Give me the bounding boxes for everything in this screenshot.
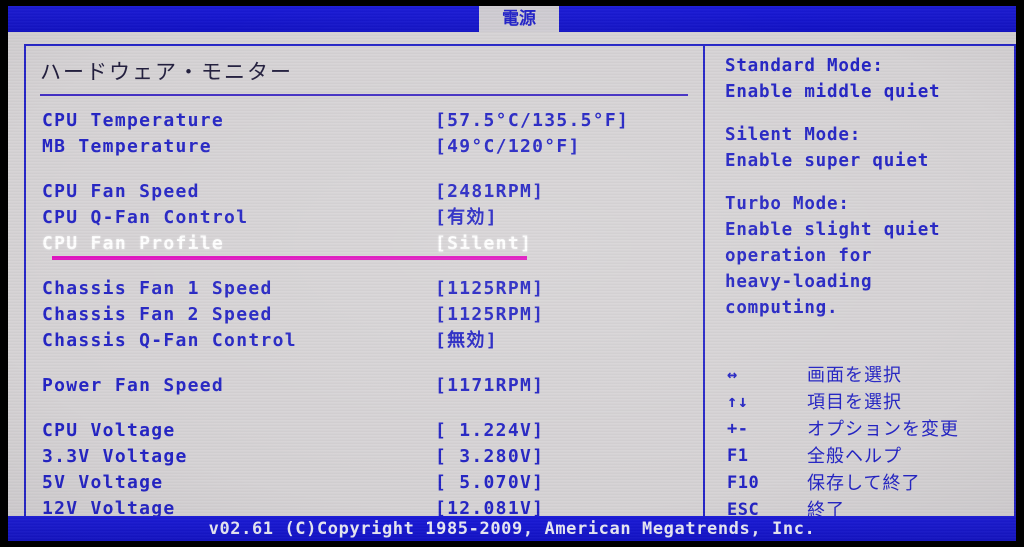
hardware-monitor-panel: ハードウェア・モニター CPU Temperature [57.5°C/135.5… bbox=[26, 46, 703, 519]
bios-screen: ハードウェア・モニター CPU Temperature [57.5°C/135.5… bbox=[0, 0, 1024, 547]
bezel-top bbox=[0, 0, 1024, 6]
monitor-row-label: Chassis Fan 2 Speed bbox=[42, 304, 273, 325]
help-line: operation for bbox=[725, 246, 873, 266]
help-line: heavy-loading bbox=[725, 272, 873, 292]
monitor-row[interactable]: Chassis Fan 2 Speed [1125RPM] bbox=[26, 302, 703, 328]
monitor-row-label: Chassis Fan 1 Speed bbox=[42, 278, 273, 299]
monitor-row-value[interactable]: [49°C/120°F] bbox=[435, 134, 581, 160]
title-tab-power[interactable]: 電源 bbox=[479, 6, 559, 32]
monitor-row-label: CPU Temperature bbox=[42, 110, 225, 131]
monitor-row-value[interactable]: [2481RPM] bbox=[435, 179, 544, 205]
help-line: Enable middle quiet bbox=[725, 82, 941, 102]
title-divider-rule bbox=[40, 94, 688, 96]
key-legend-row: F10 保存して終了 bbox=[707, 470, 1016, 497]
monitor-row[interactable]: 5V Voltage [ 5.070V] bbox=[26, 470, 703, 496]
monitor-row[interactable]: CPU Temperature [57.5°C/135.5°F] bbox=[26, 108, 703, 134]
key-legend-row: ↑↓ 項目を選択 bbox=[707, 389, 1016, 416]
monitor-row[interactable]: CPU Fan Speed [2481RPM] bbox=[26, 179, 703, 205]
monitor-row-value[interactable]: [1125RPM] bbox=[435, 276, 544, 302]
monitor-row-label: Chassis Q-Fan Control bbox=[42, 330, 297, 351]
key-legend-list: ↔ 画面を選択 ↑↓ 項目を選択 +- オプションを変更 F1 全般ヘルプ F10 保存して終了 E… bbox=[707, 362, 1016, 524]
monitor-row[interactable]: CPU Voltage [ 1.224V] bbox=[26, 418, 703, 444]
monitor-row-selected[interactable]: CPU Fan Profile [Silent] bbox=[26, 231, 703, 260]
key-description: 画面を選択 bbox=[807, 365, 902, 386]
help-line: Standard Mode: bbox=[725, 56, 884, 76]
key-legend-row: F1 全般ヘルプ bbox=[707, 443, 1016, 470]
key-description: 保存して終了 bbox=[807, 473, 921, 494]
key-glyph: F10 bbox=[727, 473, 760, 493]
key-description: 全般ヘルプ bbox=[807, 446, 902, 467]
monitor-row[interactable]: Chassis Fan 1 Speed [1125RPM] bbox=[26, 276, 703, 302]
monitor-row-value[interactable]: [1171RPM] bbox=[435, 373, 544, 399]
key-description: オプションを変更 bbox=[807, 419, 959, 440]
monitor-row-label: CPU Fan Profile bbox=[42, 233, 225, 254]
monitor-row-value[interactable]: [ 1.224V] bbox=[435, 418, 544, 444]
key-glyph: +- bbox=[727, 419, 749, 439]
monitor-row-value[interactable]: [ 5.070V] bbox=[435, 470, 544, 496]
key-glyph: ↑↓ bbox=[727, 392, 749, 412]
row-spacer bbox=[26, 354, 703, 373]
help-panel: Standard Mode: Enable middle quiet Silent … bbox=[707, 46, 1016, 521]
monitor-row[interactable]: CPU Q-Fan Control [有効] bbox=[26, 205, 703, 231]
footer-bar: v02.61 (C)Copyright 1985-2009, American … bbox=[8, 516, 1016, 541]
monitor-row-label: MB Temperature bbox=[42, 136, 212, 157]
monitor-row[interactable]: 3.3V Voltage [ 3.280V] bbox=[26, 444, 703, 470]
bezel-left bbox=[0, 0, 8, 547]
help-line: Turbo Mode: bbox=[725, 194, 850, 214]
monitor-row-label: 5V Voltage bbox=[42, 472, 164, 493]
crt-display-area: ハードウェア・モニター CPU Temperature [57.5°C/135.5… bbox=[8, 6, 1016, 541]
row-spacer bbox=[26, 160, 703, 179]
monitor-row-value[interactable]: [1125RPM] bbox=[435, 302, 544, 328]
title-label: 電源 bbox=[502, 8, 536, 29]
help-line: computing. bbox=[725, 298, 839, 318]
monitor-row-label: 3.3V Voltage bbox=[42, 446, 188, 467]
main-body-area: ハードウェア・モニター CPU Temperature [57.5°C/135.5… bbox=[16, 38, 1016, 528]
bezel-right bbox=[1016, 0, 1024, 547]
help-line: Silent Mode: bbox=[725, 125, 862, 145]
bezel-bottom bbox=[0, 541, 1024, 547]
monitor-row-value[interactable]: [ 3.280V] bbox=[435, 444, 544, 470]
monitor-row-label: CPU Voltage bbox=[42, 420, 176, 441]
key-description: 項目を選択 bbox=[807, 392, 902, 413]
help-line: Enable super quiet bbox=[725, 151, 930, 171]
monitor-row-label: CPU Q-Fan Control bbox=[42, 207, 249, 228]
monitor-row-value[interactable]: [Silent] bbox=[435, 231, 532, 257]
monitor-row-label: CPU Fan Speed bbox=[42, 181, 200, 202]
monitor-row-value[interactable]: [57.5°C/135.5°F] bbox=[435, 108, 629, 134]
monitor-row-value[interactable]: [無効] bbox=[435, 328, 498, 354]
panel-divider bbox=[703, 44, 705, 519]
key-glyph: ↔ bbox=[727, 365, 738, 385]
copyright-text: v02.61 (C)Copyright 1985-2009, American … bbox=[208, 519, 816, 539]
monitor-row-value[interactable]: [有効] bbox=[435, 205, 498, 231]
key-legend-row: +- オプションを変更 bbox=[707, 416, 1016, 443]
row-spacer bbox=[26, 399, 703, 418]
monitor-row-label: Power Fan Speed bbox=[42, 375, 225, 396]
page-title: ハードウェア・モニター bbox=[40, 60, 293, 84]
title-bar: 電源 bbox=[8, 6, 1016, 32]
help-line: Enable slight quiet bbox=[725, 220, 941, 240]
monitor-row-list: CPU Temperature [57.5°C/135.5°F] MB Temper… bbox=[26, 108, 703, 522]
key-glyph: F1 bbox=[727, 446, 749, 466]
monitor-row[interactable]: Chassis Q-Fan Control [無効] bbox=[26, 328, 703, 354]
row-spacer bbox=[26, 257, 703, 276]
key-legend-row: ↔ 画面を選択 bbox=[707, 362, 1016, 389]
monitor-row[interactable]: MB Temperature [49°C/120°F] bbox=[26, 134, 703, 160]
monitor-row[interactable]: Power Fan Speed [1171RPM] bbox=[26, 373, 703, 399]
